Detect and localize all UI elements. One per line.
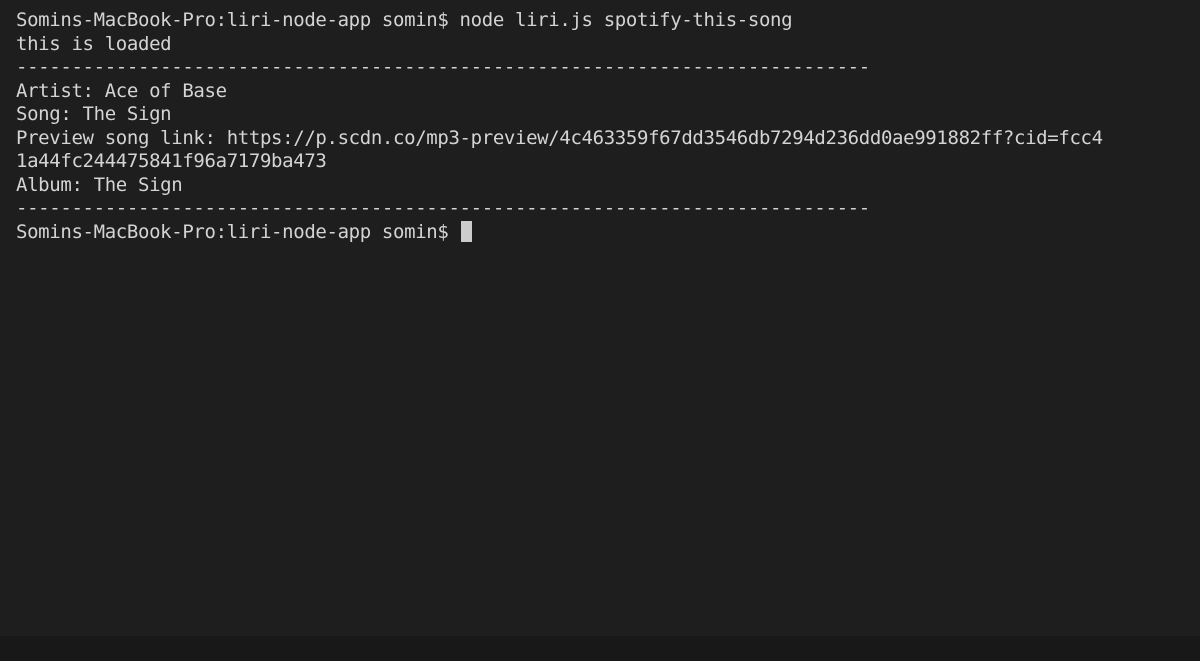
terminal-output[interactable]: Somins-MacBook-Pro:liri-node-app somin$ … xyxy=(0,0,1200,636)
artist-line: Artist: Ace of Base xyxy=(16,79,227,102)
prompt-line[interactable]: Somins-MacBook-Pro:liri-node-app somin$ xyxy=(16,220,1200,245)
preview-link-line: Preview song link: https://p.scdn.co/mp3… xyxy=(16,126,1103,149)
album-line: Album: The Sign xyxy=(16,173,183,196)
separator-line: ----------------------------------------… xyxy=(16,197,870,219)
preview-link-continuation: 1a44fc244475841f96a7179ba473 xyxy=(16,150,327,172)
prompt-text: Somins-MacBook-Pro:liri-node-app somin$ xyxy=(16,220,460,243)
command-line: Somins-MacBook-Pro:liri-node-app somin$ … xyxy=(16,9,793,31)
song-line: Song: The Sign xyxy=(16,103,172,125)
output-line: this is loaded xyxy=(16,32,172,55)
bottom-edge xyxy=(0,636,1200,661)
text-cursor xyxy=(460,220,472,242)
separator-line: ----------------------------------------… xyxy=(16,56,870,78)
